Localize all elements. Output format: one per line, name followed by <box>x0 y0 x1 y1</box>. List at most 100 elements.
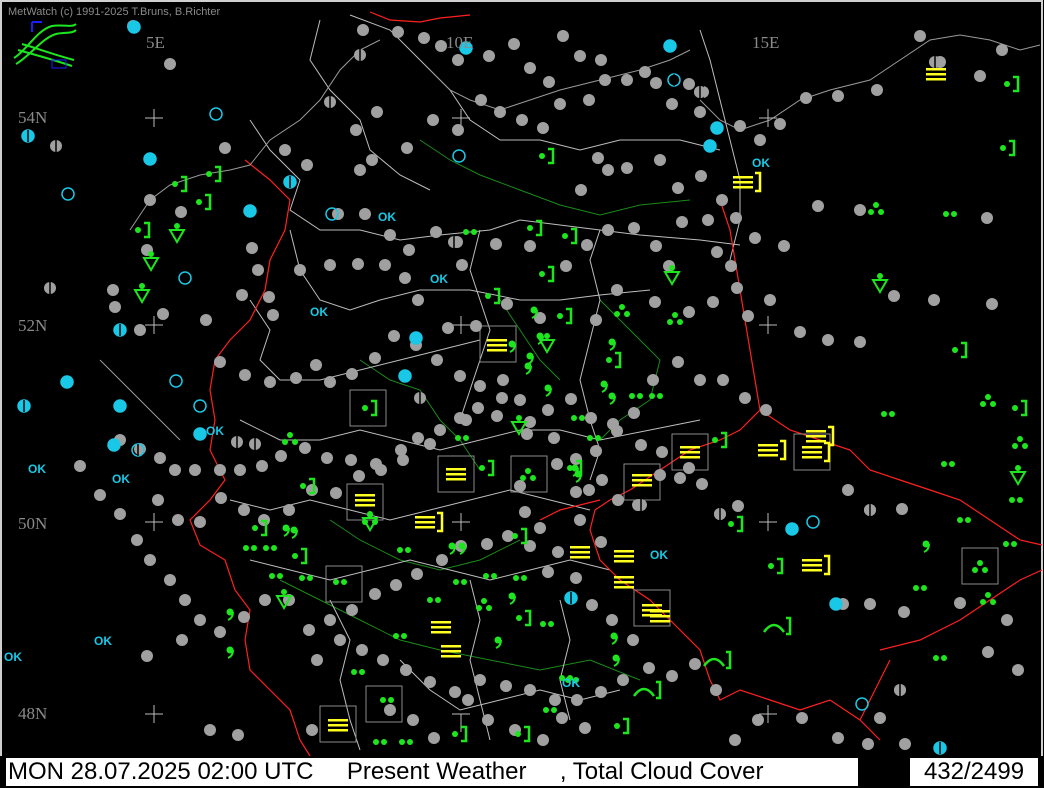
fog-line <box>802 569 822 572</box>
shower-triangle <box>168 229 186 244</box>
cyan-station-dot <box>60 375 74 389</box>
cyan-station-dot <box>193 427 207 441</box>
cloud-cover-dot <box>602 164 614 176</box>
shower-triangle <box>663 271 681 286</box>
rain-dot <box>381 739 387 745</box>
weather-dot <box>557 313 563 319</box>
lon-label-10e: 10E <box>446 33 474 52</box>
cyan-station-dot <box>703 139 717 153</box>
weather-dot <box>952 347 958 353</box>
rain-dot <box>667 319 673 325</box>
weather-dot <box>768 563 774 569</box>
cloud-cover-dot <box>94 489 106 501</box>
cloud-cover-dot <box>656 446 668 458</box>
cloud-cover-dot <box>430 226 442 238</box>
rain-dot <box>476 605 482 611</box>
rain-dot <box>649 393 655 399</box>
fog-line <box>328 729 348 732</box>
fog-line <box>758 454 778 457</box>
cloud-cover-dot <box>832 732 844 744</box>
cloud-cover-dot <box>152 494 164 506</box>
shower-triangle <box>871 279 889 294</box>
fog-line <box>614 550 634 553</box>
cloud-cover-dot <box>574 50 586 62</box>
rain-dot <box>471 229 477 235</box>
weather-dot <box>516 615 522 621</box>
cloud-cover-dot <box>395 444 407 456</box>
ok-label: OK <box>378 210 396 224</box>
cloud-cover-dot <box>914 30 926 42</box>
rain-dot <box>271 545 277 551</box>
fog-line <box>758 444 778 447</box>
weather-bracket <box>488 459 495 477</box>
cloud-cover-dot <box>301 159 313 171</box>
cloud-cover-dot <box>399 272 411 284</box>
weather-bracket <box>777 557 784 575</box>
cloud-cover-dot <box>774 118 786 130</box>
rain-dot <box>520 475 526 481</box>
shower-triangle <box>142 257 160 272</box>
cloud-cover-dot <box>346 604 358 616</box>
rain-dot <box>672 312 678 318</box>
cloud-cover-dot <box>200 314 212 326</box>
weather-map[interactable] <box>0 0 1044 788</box>
cloud-cover-dot <box>424 438 436 450</box>
weather-bracket <box>521 527 528 545</box>
cloud-cover-dot <box>729 734 741 746</box>
cyan-station-dot <box>710 121 724 135</box>
weather-dot <box>606 357 612 363</box>
cloud-cover-dot <box>672 356 684 368</box>
shower-triangle <box>538 339 556 354</box>
rain-dot <box>881 411 887 417</box>
weather-bracket <box>525 609 532 627</box>
weather-dot <box>562 233 568 239</box>
weather-bracket <box>205 193 212 211</box>
rain-dot <box>269 573 275 579</box>
rain-dot <box>990 599 996 605</box>
ok-label: OK <box>94 634 112 648</box>
shower-dot <box>669 265 675 271</box>
weather-dot <box>479 465 485 471</box>
rain-dot <box>299 575 305 581</box>
cyan-station-dot <box>61 187 75 201</box>
cloud-cover-dot <box>290 372 302 384</box>
ok-label: OK <box>4 650 22 664</box>
cloud-cover-dot <box>189 464 201 476</box>
cloud-cover-dot <box>716 194 728 206</box>
cloud-cover-dot <box>194 516 206 528</box>
weather-bracket <box>1013 75 1020 93</box>
cloud-cover-dot <box>401 142 413 154</box>
cloud-cover-dot <box>371 106 383 118</box>
rain-dot <box>1017 497 1023 503</box>
cloud-cover-dot <box>586 599 598 611</box>
weather-bracket <box>215 165 222 183</box>
rain-dot <box>982 567 988 573</box>
cloud-cover-dot <box>411 568 423 580</box>
shower-dot <box>174 223 180 229</box>
rain-dot <box>251 545 257 551</box>
cloud-cover-dot <box>574 514 586 526</box>
cloud-cover-dot <box>215 492 227 504</box>
rain-dot <box>921 585 927 591</box>
rain-dot <box>405 547 411 553</box>
rain-dot <box>873 202 879 208</box>
cyan-station-dot <box>243 204 257 218</box>
fog-line <box>446 468 466 471</box>
weather-dot <box>1004 81 1010 87</box>
rain-dot <box>951 211 957 217</box>
rain-dot <box>380 697 386 703</box>
cloud-cover-dot <box>585 412 597 424</box>
fog-line <box>415 521 435 524</box>
cloud-cover-dot <box>164 58 176 70</box>
cloud-cover-dot <box>454 370 466 382</box>
weather-bracket <box>737 515 744 533</box>
shower-dot <box>281 589 287 595</box>
rain-dot <box>1017 436 1023 442</box>
fog-line <box>680 451 700 454</box>
fog-line <box>431 631 451 634</box>
cloud-cover-dot <box>299 442 311 454</box>
rain-dot <box>287 432 293 438</box>
cloud-cover-dot <box>710 684 722 696</box>
cloud-cover-dot <box>456 259 468 271</box>
cloud-cover-dot <box>424 676 436 688</box>
